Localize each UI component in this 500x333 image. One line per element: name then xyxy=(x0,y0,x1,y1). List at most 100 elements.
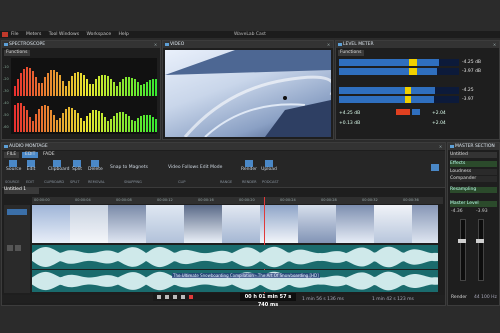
track-header[interactable] xyxy=(7,209,27,215)
group-label: CLIPBOARD xyxy=(44,180,65,184)
resampling-section[interactable]: Resampling xyxy=(450,187,497,193)
close-icon[interactable]: × xyxy=(492,42,497,47)
level-meter-left xyxy=(339,59,459,66)
master-header: MASTER SECTION xyxy=(448,143,499,150)
stop-icon[interactable] xyxy=(165,295,169,299)
clipboard-button[interactable]: Clipboard xyxy=(48,160,70,172)
spectrum-bar xyxy=(74,110,76,132)
ruler-tick: 00:00:32 xyxy=(362,198,378,202)
menu-help[interactable]: Help xyxy=(119,32,129,37)
spectrum-bar xyxy=(44,105,46,132)
spectrum-bar xyxy=(83,121,85,132)
sample-rate: 44 100 Hz xyxy=(474,295,497,300)
ruler-tick: 00:00:20 xyxy=(239,198,255,202)
video-thumbnail xyxy=(222,205,260,243)
level-footer-right-2: +2.04 xyxy=(432,121,446,126)
master-fader-left[interactable] xyxy=(460,219,466,281)
spectrum-bar xyxy=(113,116,115,132)
master-preset[interactable]: Untitled xyxy=(450,152,497,158)
upload-label: Upload xyxy=(261,167,277,172)
effects-section[interactable]: Effects xyxy=(450,161,497,167)
render-button-master[interactable]: Render xyxy=(451,295,467,300)
play-icon[interactable] xyxy=(173,295,177,299)
render-button[interactable]: Render xyxy=(240,160,258,172)
rms-meter-left xyxy=(339,87,459,94)
spectrum-bar xyxy=(77,113,79,132)
montage-header: AUDIO MONTAGE × xyxy=(2,143,445,150)
time-display[interactable]: 00 h 01 min 57 s 740 ms xyxy=(240,293,296,308)
spectrum-bar xyxy=(116,86,118,96)
spectrum-bar xyxy=(14,105,16,132)
track-controls[interactable] xyxy=(4,205,30,293)
menu-meters[interactable]: Meters xyxy=(26,32,41,37)
level-functions-tab[interactable]: Functions xyxy=(338,50,364,56)
solo-icon[interactable] xyxy=(15,245,21,251)
spectrum-bar xyxy=(59,75,61,96)
rewind-icon[interactable] xyxy=(157,295,161,299)
audio-waveform-left[interactable] xyxy=(32,245,438,269)
source-button[interactable]: Source xyxy=(6,160,22,172)
close-icon[interactable]: × xyxy=(326,42,331,47)
spectrum-bar xyxy=(149,80,151,96)
spectrum-bar xyxy=(113,82,115,96)
master-fader-right[interactable] xyxy=(478,219,484,281)
edit-button[interactable]: Edit xyxy=(24,160,38,172)
spectrum-bar xyxy=(35,114,37,132)
tab-file[interactable]: FILE xyxy=(4,152,20,158)
close-icon[interactable]: × xyxy=(438,144,443,149)
record-icon[interactable] xyxy=(189,295,193,299)
spectrum-bar xyxy=(47,73,49,96)
edit-label: Edit xyxy=(26,167,36,172)
upload-button[interactable]: Upload xyxy=(260,160,278,172)
spectroscope-title: SPECTROSCOPE xyxy=(9,42,46,47)
audio-montage-panel: AUDIO MONTAGE × FILE EDIT FADE Source Ed… xyxy=(1,142,446,306)
menu-tool-windows[interactable]: Tool Windows xyxy=(49,32,79,37)
tab-fade[interactable]: FADE xyxy=(40,152,58,158)
spectrum-bar xyxy=(134,79,136,96)
menu-bar: File Meters Tool Windows Workspace Help xyxy=(11,32,135,37)
snap-to-magnets-checkbox[interactable]: Snap to Magnets xyxy=(110,165,148,170)
spectrum-bar xyxy=(128,116,130,132)
video-thumbnail xyxy=(70,205,108,243)
master-level-section[interactable]: Master Level xyxy=(450,201,497,207)
menu-file[interactable]: File xyxy=(11,32,19,37)
loop-icon[interactable] xyxy=(181,295,185,299)
split-button[interactable]: Split xyxy=(70,160,84,172)
ruler-tick: 00:00:00 xyxy=(34,198,50,202)
fader-knob-right[interactable] xyxy=(476,239,484,243)
menu-workspace[interactable]: Workspace xyxy=(87,32,112,37)
video-frame[interactable] xyxy=(165,50,331,137)
status-duration: 1 min 56 s 136 ms xyxy=(302,297,344,302)
spectrum-bar xyxy=(98,76,100,96)
spectrum-bar xyxy=(35,77,37,96)
delete-button[interactable]: Delete xyxy=(88,160,103,172)
montage-ribbon: FILE EDIT FADE Source Edit Clipboard Spl… xyxy=(2,151,445,188)
upload-icon xyxy=(265,160,273,167)
spectrum-bar xyxy=(47,106,49,132)
spectrum-bar xyxy=(110,79,112,96)
navigate-arrow-icon[interactable] xyxy=(431,164,439,171)
spectrum-bar xyxy=(26,67,28,96)
group-label: REMOVAL xyxy=(88,180,105,184)
spectrum-bar xyxy=(50,70,52,96)
video-thumbnail xyxy=(108,205,146,243)
spectrum-bar xyxy=(137,82,139,96)
fader-knob-left[interactable] xyxy=(458,239,466,243)
spectrum-bar xyxy=(83,75,85,96)
video-track[interactable] xyxy=(32,205,438,243)
spectrum-bar xyxy=(131,78,133,96)
timeline-ruler[interactable]: 00:00:00 00:00:04 00:00:08 00:00:12 00:0… xyxy=(32,197,443,204)
video-follows-edit-checkbox[interactable]: Video Follows Edit Mode xyxy=(168,165,222,170)
spectrum-bar xyxy=(68,107,70,132)
y-label: -40 xyxy=(3,101,9,105)
close-icon[interactable]: × xyxy=(153,42,158,47)
tab-edit[interactable]: EDIT xyxy=(22,152,39,158)
mute-icon[interactable] xyxy=(7,245,13,251)
montage-tab-untitled[interactable]: Untitled 1 xyxy=(4,187,39,194)
loudness-plugin[interactable]: Loudness xyxy=(450,169,497,175)
compander-plugin[interactable]: Compander xyxy=(450,176,497,182)
spectroscope-functions-tab[interactable]: Functions xyxy=(4,50,30,56)
spectrum-bar xyxy=(41,106,43,132)
video-thumbnail xyxy=(260,205,298,243)
source-label: Source xyxy=(6,167,22,172)
